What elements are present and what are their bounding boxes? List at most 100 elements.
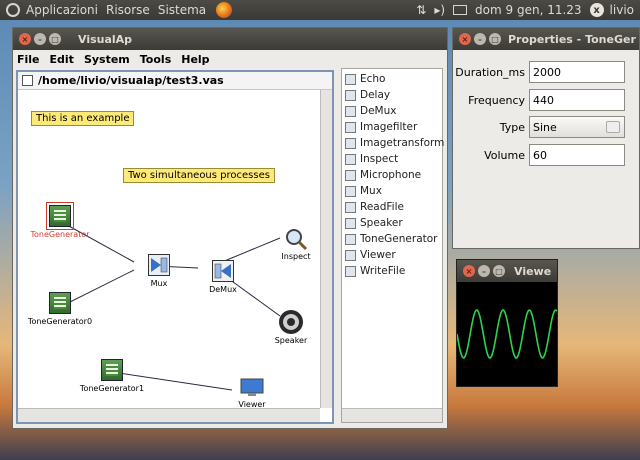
property-duration: Duration_ms 2000 <box>453 60 640 84</box>
microphone-icon <box>345 169 356 181</box>
palette-item-label: WriteFile <box>360 265 406 277</box>
menu-risorse[interactable]: Risorse <box>106 3 150 17</box>
palette-item[interactable]: Delay <box>342 87 442 103</box>
viewer-titlebar[interactable]: × – □ Viewe <box>457 260 557 282</box>
minimize-button[interactable]: – <box>34 33 46 45</box>
palette-item[interactable]: Imagefilter <box>342 119 442 135</box>
volume-icon[interactable]: ▸) <box>434 3 445 17</box>
palette-item-label: Echo <box>360 73 386 85</box>
canvas-vertical-scrollbar[interactable] <box>320 90 332 408</box>
wire-demux-inspect <box>221 237 281 263</box>
properties-titlebar[interactable]: × – □ Properties - ToneGer <box>453 28 639 50</box>
palette-item-label: Speaker <box>360 217 403 229</box>
user-name[interactable]: livio <box>610 3 634 17</box>
node-label: ToneGenerator0 <box>27 317 93 326</box>
menu-applicazioni[interactable]: Applicazioni <box>26 3 98 17</box>
close-button[interactable]: × <box>19 33 31 45</box>
palette-item[interactable]: ReadFile <box>342 199 442 215</box>
minimize-button[interactable]: – <box>474 33 486 45</box>
palette-item[interactable]: Speaker <box>342 215 442 231</box>
canvas-horizontal-scrollbar[interactable] <box>18 408 320 422</box>
tonegenerator-icon <box>345 233 356 245</box>
maximize-button[interactable]: □ <box>493 265 505 277</box>
node-tonegenerator[interactable]: ToneGenerator <box>30 202 90 239</box>
close-button[interactable]: × <box>459 33 471 45</box>
palette-item[interactable]: Microphone <box>342 167 442 183</box>
tonegenerator-icon <box>101 359 123 381</box>
palette-item-label: ToneGenerator <box>360 233 438 245</box>
properties-window: × – □ Properties - ToneGer Duration_ms 2… <box>452 27 640 249</box>
node-viewer[interactable]: Viewer <box>238 378 266 409</box>
menubar: File Edit System Tools Help <box>13 50 447 68</box>
node-speaker[interactable]: Speaker <box>275 309 307 345</box>
palette-item-label: Inspect <box>360 153 399 165</box>
note-example[interactable]: This is an example <box>31 111 135 126</box>
property-label: Type <box>499 120 525 134</box>
type-select[interactable]: Sine <box>529 116 625 138</box>
palette-item[interactable]: ToneGenerator <box>342 231 442 247</box>
palette-item-label: Imagefilter <box>360 121 418 133</box>
palette-horizontal-scrollbar[interactable] <box>342 408 442 422</box>
user-status-icon[interactable]: x <box>589 3 604 17</box>
menu-file[interactable]: File <box>17 53 40 66</box>
menu-help[interactable]: Help <box>181 53 209 66</box>
speaker-icon <box>279 310 303 334</box>
maximize-button[interactable]: □ <box>49 33 61 45</box>
ubuntu-logo-icon[interactable] <box>6 3 20 17</box>
visualap-titlebar[interactable]: × – □ VisualAp <box>13 28 447 50</box>
frequency-input[interactable]: 440 <box>529 89 625 111</box>
clock[interactable]: dom 9 gen, 11.23 <box>475 3 582 17</box>
palette-item[interactable]: DeMux <box>342 103 442 119</box>
menu-tools[interactable]: Tools <box>140 53 171 66</box>
node-tonegenerator0[interactable]: ToneGenerator0 <box>28 292 92 326</box>
panel-indicators: ⇅ ▸) dom 9 gen, 11.23 x livio <box>408 0 640 20</box>
mux-icon <box>148 254 170 276</box>
palette-item[interactable]: Inspect <box>342 151 442 167</box>
palette-item[interactable]: Echo <box>342 71 442 87</box>
window-title: Viewe <box>514 264 552 278</box>
maximize-button[interactable]: □ <box>489 33 501 45</box>
minimize-button[interactable]: – <box>478 265 490 277</box>
writefile-icon <box>345 265 356 277</box>
magnifier-icon <box>286 229 308 251</box>
canvas-title-bar: /home/livio/visualap/test3.vas <box>18 72 332 90</box>
sine-waveform <box>457 309 557 359</box>
node-tonegenerator1[interactable]: ToneGenerator1 <box>80 359 144 393</box>
node-label: Inspect <box>281 252 311 261</box>
palette-item[interactable]: Imagetransform <box>342 135 444 151</box>
inspect-icon <box>345 153 356 165</box>
duration-input[interactable]: 2000 <box>529 61 625 83</box>
palette-item-label: DeMux <box>360 105 397 117</box>
node-mux[interactable]: Mux <box>148 254 170 288</box>
close-button[interactable]: × <box>463 265 475 277</box>
node-demux[interactable]: DeMux <box>209 260 237 294</box>
palette-item-label: Delay <box>360 89 391 101</box>
mail-icon[interactable] <box>453 5 468 15</box>
demux-icon <box>345 105 356 117</box>
palette-item[interactable]: Mux <box>342 183 442 199</box>
network-icon[interactable]: ⇅ <box>416 3 426 17</box>
property-label: Frequency <box>468 93 525 107</box>
menu-edit[interactable]: Edit <box>50 53 74 66</box>
visualap-window: × – □ VisualAp File Edit System Tools He… <box>12 27 448 429</box>
palette-item[interactable]: WriteFile <box>342 263 442 279</box>
node-inspect[interactable]: Inspect <box>281 227 311 261</box>
selection-frame <box>46 202 74 230</box>
palette-item[interactable]: Viewer <box>342 247 442 263</box>
menu-sistema[interactable]: Sistema <box>158 3 206 17</box>
volume-input[interactable]: 60 <box>529 144 625 166</box>
node-label: Mux <box>150 279 168 288</box>
property-label: Duration_ms <box>455 65 525 79</box>
monitor-icon <box>240 378 264 396</box>
imagefilter-icon <box>345 121 356 133</box>
menu-system[interactable]: System <box>84 53 130 66</box>
connections-layer <box>57 219 281 391</box>
component-palette: Echo Delay DeMux Imagefilter Imagetransform I… <box>341 68 444 423</box>
top-panel: Applicazioni Risorse Sistema ⇅ ▸) dom 9 … <box>0 0 640 20</box>
waveform-display <box>457 309 557 359</box>
node-label: Speaker <box>274 336 308 345</box>
note-simultaneous[interactable]: Two simultaneous processes <box>123 168 275 183</box>
palette-item-label: Mux <box>360 185 382 197</box>
firefox-icon[interactable] <box>216 2 233 18</box>
palette-list: Echo Delay DeMux Imagefilter Imagetransform I… <box>342 71 444 279</box>
